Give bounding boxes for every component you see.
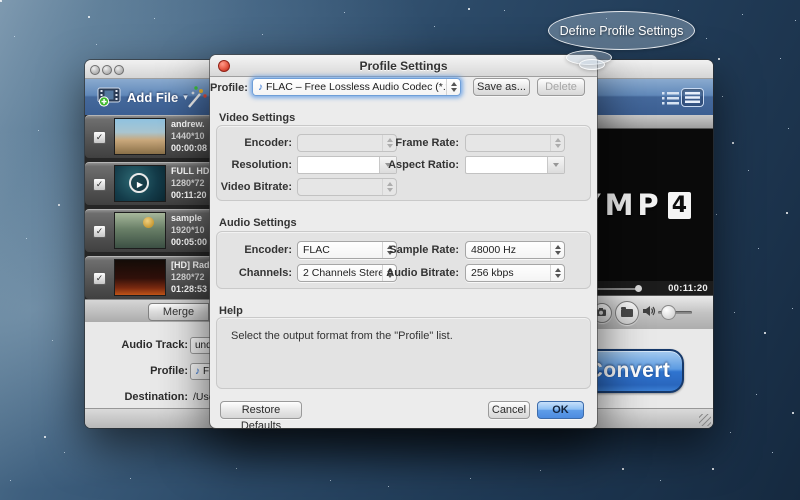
video-thumbnail (114, 212, 166, 249)
dialog-title: Profile Settings (210, 59, 597, 73)
video-bitrate-label: Video Bitrate: (217, 181, 292, 193)
tooltip-bubble: Define Profile Settings (548, 11, 695, 50)
tooltip-text: Define Profile Settings (560, 24, 684, 38)
film-add-icon (97, 87, 122, 107)
resolution-label: Resolution: (217, 159, 292, 171)
sample-rate-label: Sample Rate: (359, 244, 459, 256)
frame-rate-label: Frame Rate: (359, 137, 459, 149)
aspect-ratio-combo[interactable] (465, 156, 565, 174)
list-bars-icon (685, 92, 700, 103)
stepper-control[interactable] (550, 242, 564, 258)
aspect-ratio-label: Aspect Ratio: (359, 159, 459, 171)
stepper-control[interactable] (550, 135, 564, 151)
play-icon[interactable]: ▶ (129, 173, 149, 193)
video-settings-title: Video Settings (219, 112, 295, 124)
checkbox-checked[interactable]: ✓ (93, 178, 106, 191)
delete-button[interactable]: Delete (537, 78, 585, 96)
save-as-button[interactable]: Save as... (473, 78, 530, 96)
video-settings-group: Encoder: Frame Rate: Resolution: Aspect … (216, 125, 591, 201)
help-title: Help (219, 305, 243, 317)
restore-defaults-button[interactable]: Restore Defaults (220, 401, 302, 419)
resize-grip[interactable] (699, 414, 711, 426)
tooltip-bubble-tail (579, 59, 605, 70)
destination-label: Destination: (93, 391, 188, 403)
stepper-control[interactable] (382, 179, 396, 195)
checkbox-checked[interactable]: ✓ (93, 225, 106, 238)
speaker-icon[interactable] (642, 304, 656, 318)
video-thumbnail: ▶ (114, 165, 166, 202)
add-file-label: Add File (127, 90, 178, 105)
profile-label: Profile: (93, 365, 188, 377)
playback-time: 00:11:20 (668, 283, 708, 294)
audio-bitrate-label: Audio Bitrate: (359, 267, 459, 279)
audio-bitrate-popup[interactable]: 256 kbps (465, 264, 565, 282)
video-thumbnail (114, 259, 166, 296)
audio-encoder-label: Encoder: (217, 244, 292, 256)
profile-label: Profile: (210, 82, 247, 94)
progress-handle[interactable] (635, 285, 642, 292)
add-file-button[interactable]: Add File ▾ (97, 84, 188, 110)
music-note-icon: ♪ (258, 82, 263, 93)
stepper-control[interactable] (446, 79, 460, 95)
magic-wand-icon[interactable] (185, 85, 207, 109)
video-bitrate-popup[interactable] (297, 178, 397, 196)
music-note-icon: ♪ (195, 366, 200, 377)
dialog-titlebar[interactable]: Profile Settings (210, 55, 597, 77)
profile-popup-value: FLAC – Free Lossless Audio Codec (*.flac… (266, 81, 446, 93)
detail-view-icon[interactable] (662, 92, 679, 105)
checkbox-checked[interactable]: ✓ (93, 272, 106, 285)
dropdown-arrow-icon[interactable] (547, 157, 564, 173)
sample-rate-popup[interactable]: 48000 Hz (465, 241, 565, 259)
encoder-label: Encoder: (217, 137, 292, 149)
list-view-icon-active[interactable] (681, 88, 704, 107)
window-zoom-button[interactable] (114, 65, 124, 75)
window-minimize-button[interactable] (102, 65, 112, 75)
anymp4-logo-badge: 4 (668, 192, 691, 219)
volume-slider-handle[interactable] (661, 305, 676, 320)
channels-label: Channels: (217, 267, 292, 279)
frame-rate-popup[interactable] (465, 134, 565, 152)
profile-settings-dialog: Profile Settings Profile: ♪ FLAC – Free … (210, 55, 597, 428)
stars-decoration (0, 0, 2, 2)
folder-icon (621, 309, 633, 317)
merge-button[interactable]: Merge (148, 303, 209, 321)
window-close-button[interactable] (90, 65, 100, 75)
profile-popup[interactable]: ♪ FLAC – Free Lossless Audio Codec (*.fl… (252, 78, 461, 96)
help-group: Select the output format from the "Profi… (216, 317, 591, 389)
stepper-control[interactable] (550, 265, 564, 281)
ok-button[interactable]: OK (537, 401, 584, 419)
cancel-button[interactable]: Cancel (488, 401, 530, 419)
open-folder-button[interactable] (615, 301, 639, 325)
audio-track-label: Audio Track: (93, 339, 188, 351)
audio-settings-group: Encoder: FLAC Sample Rate: 48000 Hz Chan… (216, 231, 591, 289)
audio-settings-title: Audio Settings (219, 217, 297, 229)
video-thumbnail (114, 118, 166, 155)
help-text: Select the output format from the "Profi… (231, 330, 576, 342)
checkbox-checked[interactable]: ✓ (93, 131, 106, 144)
